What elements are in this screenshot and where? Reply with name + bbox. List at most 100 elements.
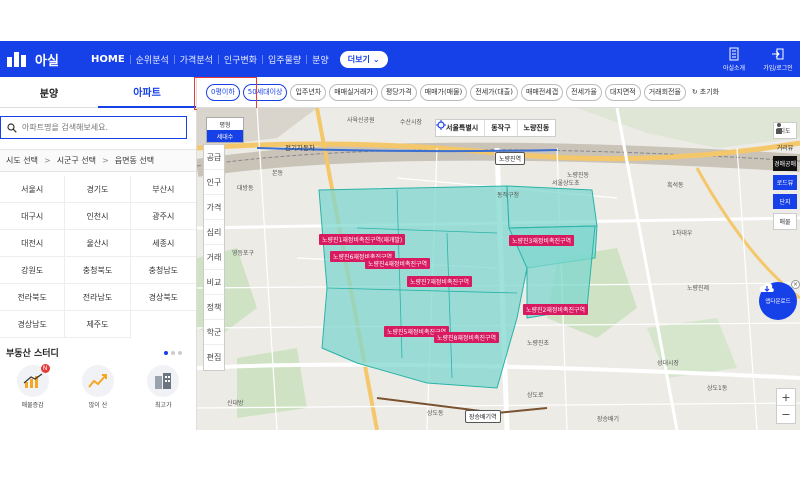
filter-chip[interactable]: 매매전세갭 xyxy=(520,83,564,101)
city-item[interactable]: 세종시 xyxy=(130,230,196,257)
map-label: 1차대우 xyxy=(672,230,693,237)
location-dong[interactable]: 노량진동 xyxy=(518,120,556,136)
roadview-button[interactable]: 로드뷰 xyxy=(773,175,797,190)
filter-chip[interactable]: 매매가(매물) xyxy=(419,83,468,101)
study-item-highest-price[interactable]: 최고가 xyxy=(138,365,188,409)
login-button[interactable]: 가입/로그인 xyxy=(756,41,800,77)
carousel-dots[interactable] xyxy=(164,350,182,355)
city-item[interactable]: 경상남도 xyxy=(0,311,66,338)
close-icon[interactable]: × xyxy=(791,280,800,289)
popup-item-area[interactable]: 평형 xyxy=(207,118,243,130)
map-layer-item[interactable]: 인구 xyxy=(204,170,224,195)
filter-chip[interactable]: 입주년차 xyxy=(290,83,327,101)
filter-chip[interactable]: 전세가율 xyxy=(566,83,602,101)
zoom-out-button[interactable]: − xyxy=(777,406,795,423)
app-download-label: 앱다운로드 xyxy=(765,299,791,305)
nav-item[interactable]: 인구변화 xyxy=(219,53,262,66)
zoom-in-button[interactable]: + xyxy=(777,389,795,406)
station-label[interactable]: 노량진역 xyxy=(495,152,526,165)
map-layer-item[interactable]: 공급 xyxy=(204,145,224,170)
study-item-most-bought[interactable]: 많이 산 xyxy=(73,365,123,409)
region-step-sigungu[interactable]: 시군구 선택 xyxy=(57,155,96,166)
map-layer-item[interactable]: 정책 xyxy=(204,295,224,320)
city-item[interactable]: 경기도 xyxy=(65,176,131,203)
city-item[interactable]: 강원도 xyxy=(0,257,66,284)
study-item-listing-change[interactable]: N 매물증감 xyxy=(8,364,58,409)
auction-button[interactable]: 경매공매 xyxy=(773,156,797,171)
city-item[interactable]: 광주시 xyxy=(130,203,196,230)
chevron-right-icon: > xyxy=(43,156,51,165)
zone-tag[interactable]: 노량진1재정비촉진구역(재개발) xyxy=(319,234,406,245)
region-selector: 시도 선택 > 시군구 선택 > 읍면동 선택 xyxy=(0,149,196,172)
location-target[interactable]: 서울특별시 xyxy=(436,120,486,136)
map-layer-item[interactable]: 가격 xyxy=(204,195,224,220)
region-step-sido[interactable]: 시도 선택 xyxy=(6,155,38,166)
city-item[interactable]: 제주도 xyxy=(65,311,131,338)
map-label: 신대방 xyxy=(227,400,244,407)
zone-tag[interactable]: 노량진2재정비촉진구역 xyxy=(523,304,589,315)
logo[interactable]: 아실 xyxy=(6,49,76,69)
app-download-button[interactable]: 앱다운로드 xyxy=(759,282,797,320)
city-item[interactable]: 서울시 xyxy=(0,176,66,203)
popup-item-households[interactable]: 세대수 xyxy=(207,130,243,142)
city-item[interactable]: 경상북도 xyxy=(130,284,196,311)
city-item[interactable]: 부산시 xyxy=(130,176,196,203)
city-item[interactable]: 인천시 xyxy=(65,203,131,230)
logo-text: 아실 xyxy=(35,53,59,69)
street-view-button[interactable]: 거리뷰 xyxy=(773,123,797,152)
nav-item[interactable]: 분양 xyxy=(307,53,334,66)
city-item[interactable]: 대구시 xyxy=(0,203,66,230)
nav-item[interactable]: 순위분석 xyxy=(131,53,174,66)
cloud-download-icon xyxy=(759,282,774,292)
search-input[interactable] xyxy=(22,123,182,132)
filter-chip[interactable]: 0평이하 xyxy=(206,83,240,101)
region-step-dong[interactable]: 읍면동 선택 xyxy=(115,155,154,166)
filter-chip[interactable]: 대지면적 xyxy=(604,83,641,101)
city-item[interactable]: 전라북도 xyxy=(0,284,66,311)
filter-chip[interactable]: 평당가격 xyxy=(380,83,417,101)
zone-tag[interactable]: 노량진4재정비촉진구역 xyxy=(365,258,431,269)
nav-item[interactable]: HOME xyxy=(86,54,130,65)
apartment-icon xyxy=(147,365,180,397)
map-label: 상도1동 xyxy=(707,385,728,392)
map-layer-item[interactable]: 편집 xyxy=(204,345,224,370)
city-item[interactable]: 대전시 xyxy=(0,230,66,257)
complex-button[interactable]: 단지 xyxy=(773,194,797,209)
search-box[interactable] xyxy=(0,116,187,139)
chart-up-icon: N xyxy=(16,364,50,397)
tab-presale[interactable]: 분양 xyxy=(0,77,98,108)
map-label: 사육신공원 xyxy=(347,117,375,124)
city-item[interactable]: 충청남도 xyxy=(130,257,196,284)
nav-item[interactable]: 가격분석 xyxy=(175,53,218,66)
sidebar-tabs: 분양 아파트 xyxy=(0,77,196,108)
listing-button[interactable]: 매물 xyxy=(773,213,797,230)
login-label: 가입/로그인 xyxy=(763,64,793,72)
zone-tag[interactable]: 노량진7재정비촉진구역 xyxy=(407,276,473,287)
top-right-actions: 아실소개 가입/로그인 xyxy=(712,41,800,77)
map-layer-item[interactable]: 학군 xyxy=(204,320,224,345)
map-label: 서울상도초 xyxy=(552,180,580,187)
city-item[interactable]: 충청북도 xyxy=(65,257,131,284)
reset-button[interactable]: ↻ 초기화 xyxy=(692,87,719,97)
filter-chip[interactable]: 전세가(대출) xyxy=(470,83,518,101)
tab-apartment[interactable]: 아파트 xyxy=(98,77,196,108)
station-label[interactable]: 장승배기역 xyxy=(465,410,501,423)
zone-tag[interactable]: 노량진3재정비촉진구역 xyxy=(509,235,575,246)
map-layer-item[interactable]: 심리 xyxy=(204,220,224,245)
login-icon xyxy=(772,48,784,59)
nav-item[interactable]: 입주물량 xyxy=(263,53,306,66)
more-button[interactable]: 더보기 ⌄ xyxy=(339,50,388,68)
about-button[interactable]: 아실소개 xyxy=(712,41,756,77)
map-layer-item[interactable]: 거래 xyxy=(204,245,224,270)
map-layer-item[interactable]: 비교 xyxy=(204,270,224,295)
filter-chip[interactable]: 매매실거래가 xyxy=(329,83,378,101)
filter-chip[interactable]: 거래회전율 xyxy=(643,83,686,101)
map-area[interactable]: 공급 인구 가격 심리 거래 비교 정책 학군 편집 평형 세대수 서울특별시 동작구 노량진동… xyxy=(197,108,800,430)
city-item[interactable]: 전라남도 xyxy=(65,284,131,311)
location-district[interactable]: 동작구 xyxy=(485,120,518,136)
study-items: N 매물증감 많이 산 최고가 xyxy=(0,364,196,409)
map-label: 수산시장 xyxy=(400,119,423,126)
zone-tag[interactable]: 노량진8재정비촉진구역 xyxy=(434,332,500,343)
city-item[interactable]: 울산시 xyxy=(65,230,131,257)
filter-chip[interactable]: 50세대이상 xyxy=(242,83,288,101)
